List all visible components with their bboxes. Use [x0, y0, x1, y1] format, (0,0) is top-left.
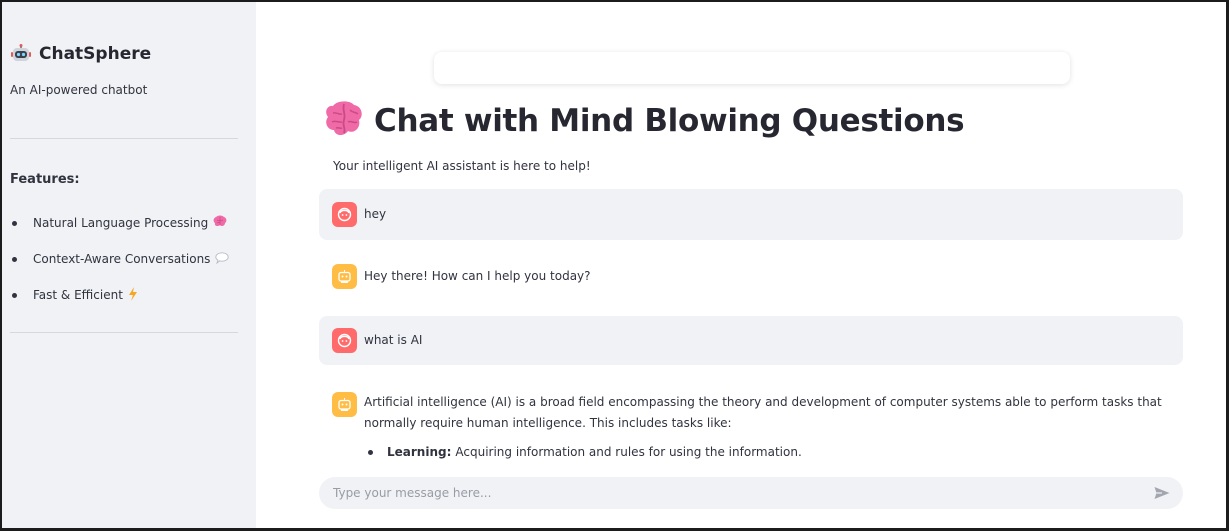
chat-message-assistant: Hey there! How can I help you today?	[319, 264, 1183, 292]
message-text: Hey there! How can I help you today?	[364, 269, 591, 283]
bot-avatar-icon	[332, 392, 357, 417]
top-bar	[434, 52, 1070, 84]
bot-avatar-icon	[332, 264, 357, 289]
list-item-desc: Acquiring information and rules for usin…	[455, 445, 802, 459]
list-item-term: Learning:	[387, 445, 452, 459]
robot-icon	[11, 44, 31, 64]
app-window: ChatSphere An AI-powered chatbot Feature…	[0, 0, 1229, 531]
feature-label: Fast & Efficient	[33, 288, 123, 302]
feature-list: Natural Language Processing Context-Awar…	[12, 205, 230, 313]
brain-icon	[324, 100, 364, 142]
user-avatar-icon	[332, 328, 357, 353]
bullet	[368, 450, 373, 455]
chat-message-assistant: Artificial intelligence (AI) is a broad …	[319, 392, 1183, 463]
list-item: Learning: Acquiring information and rule…	[368, 442, 1170, 463]
chat-message-user: what is AI	[319, 316, 1183, 365]
lightning-icon	[128, 286, 138, 304]
brain-icon	[213, 215, 227, 231]
chat-main: Chat with Mind Blowing Questions Your in…	[256, 2, 1226, 528]
page-title: Chat with Mind Blowing Questions	[374, 103, 965, 139]
sidebar: ChatSphere An AI-powered chatbot Feature…	[2, 2, 256, 528]
sidebar-divider	[10, 138, 238, 139]
bullet	[12, 220, 17, 226]
app-title: ChatSphere	[39, 44, 152, 64]
message-text: Artificial intelligence (AI) is a broad …	[364, 395, 1162, 430]
page-subtitle: Your intelligent AI assistant is here to…	[333, 159, 591, 173]
bullet	[12, 292, 17, 298]
response-list: Learning: Acquiring information and rule…	[364, 442, 1170, 463]
assistant-response: Artificial intelligence (AI) is a broad …	[364, 392, 1170, 463]
bullet	[12, 256, 17, 262]
brand: ChatSphere	[11, 44, 151, 64]
speech-bubble-icon	[215, 251, 230, 267]
features-heading: Features:	[10, 172, 80, 187]
feature-item-context: Context-Aware Conversations	[12, 241, 230, 277]
user-avatar-icon	[332, 202, 357, 227]
feature-item-fast: Fast & Efficient	[12, 277, 229, 313]
feature-label: Natural Language Processing	[33, 216, 209, 230]
message-text: what is AI	[364, 333, 423, 347]
feature-label: Context-Aware Conversations	[33, 252, 211, 266]
message-input[interactable]	[333, 486, 1153, 500]
page-heading: Chat with Mind Blowing Questions	[324, 100, 965, 142]
chat-input-bar	[319, 477, 1183, 509]
chat-message-user: hey	[319, 189, 1183, 240]
message-text: hey	[364, 207, 387, 221]
sidebar-divider	[10, 332, 238, 333]
send-icon[interactable]	[1153, 484, 1171, 502]
feature-item-nlp: Natural Language Processing	[12, 205, 229, 241]
app-tagline: An AI-powered chatbot	[10, 83, 148, 97]
